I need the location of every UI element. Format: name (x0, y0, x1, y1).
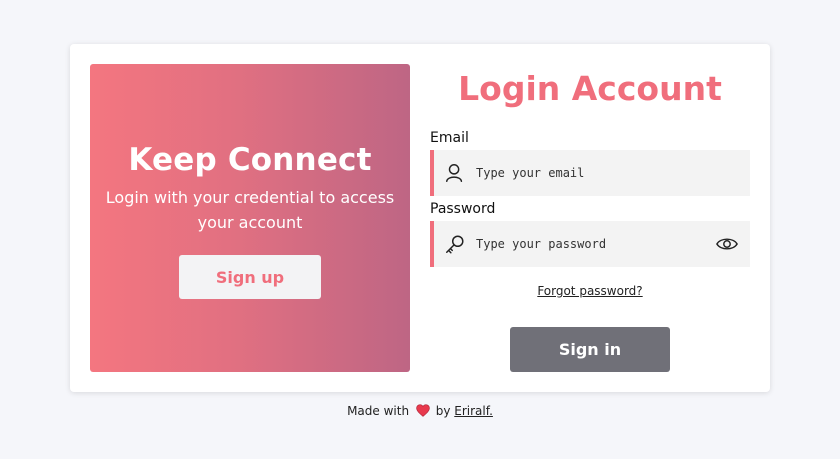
author-link[interactable]: Eriralf. (454, 404, 493, 418)
promo-panel: Keep Connect Login with your credential … (90, 64, 410, 372)
forgot-password-link[interactable]: Forgot password? (430, 284, 750, 298)
email-field (430, 150, 750, 196)
email-label: Email (430, 130, 469, 146)
promo-text: Login with your credential to access you… (105, 188, 395, 232)
user-icon (446, 164, 463, 182)
heart-icon (416, 404, 430, 417)
footer-by: by (435, 404, 451, 418)
signup-button[interactable]: Sign up (179, 255, 321, 299)
footer-made-with: Made with (347, 404, 410, 418)
signin-button[interactable]: Sign in (510, 327, 670, 372)
login-form: Login Account Email Password Forgot pass… (430, 44, 750, 392)
promo-title: Keep Connect (128, 142, 372, 178)
password-input[interactable] (476, 221, 706, 267)
login-title: Login Account (458, 69, 722, 108)
login-card: Keep Connect Login with your credential … (70, 44, 770, 392)
email-input[interactable] (476, 150, 706, 196)
key-icon (446, 235, 464, 254)
eye-icon[interactable] (716, 234, 738, 254)
footer: Made with by Eriralf. (0, 404, 840, 418)
password-label: Password (430, 201, 496, 217)
password-field (430, 221, 750, 267)
